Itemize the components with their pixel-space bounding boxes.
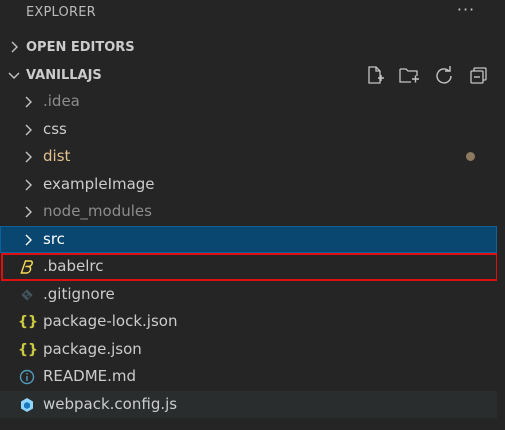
tree-item-label: dist xyxy=(43,147,71,165)
tree-item-label: .gitignore xyxy=(43,285,115,303)
tree-item-idea-folder[interactable]: .idea xyxy=(0,88,497,115)
tree-item-label: .idea xyxy=(43,92,80,110)
chevron-right-icon xyxy=(20,122,36,138)
chevron-right-icon xyxy=(20,232,36,248)
git-icon xyxy=(18,286,36,304)
tree-item-css-folder[interactable]: css xyxy=(0,116,497,143)
open-editors-label: OPEN EDITORS xyxy=(26,40,135,55)
json-icon: {} xyxy=(18,314,38,330)
chevron-right-icon xyxy=(20,94,36,110)
new-folder-icon[interactable] xyxy=(398,64,420,86)
tree-item-label: webpack.config.js xyxy=(43,395,178,413)
project-actions xyxy=(0,62,498,88)
chevron-right-icon xyxy=(6,39,22,55)
explorer-title: EXPLORER xyxy=(26,5,96,20)
tree-item-gitignore-file[interactable]: .gitignore xyxy=(0,281,497,308)
collapse-all-icon[interactable] xyxy=(468,64,490,86)
refresh-icon[interactable] xyxy=(433,64,455,86)
more-actions-button[interactable]: ··· xyxy=(454,0,478,24)
highlight-annotation-box xyxy=(1,253,498,281)
tree-item-label: package-lock.json xyxy=(43,312,178,330)
scrollbar[interactable] xyxy=(497,0,505,430)
chevron-right-icon xyxy=(20,204,36,220)
tree-item-label: package.json xyxy=(43,340,142,358)
explorer-panel: EXPLORER ··· OPEN EDITORS VANILLAJS .ide xyxy=(0,0,505,430)
tree-item-exampleimage-folder[interactable]: exampleImage xyxy=(0,171,497,198)
tree-item-label: exampleImage xyxy=(43,175,155,193)
tree-item-label: README.md xyxy=(43,367,137,385)
tree-item-package-lock-file[interactable]: {} package-lock.json xyxy=(0,308,497,335)
tree-item-label: node_modules xyxy=(43,202,152,220)
modified-dot-icon xyxy=(466,152,475,161)
info-icon xyxy=(18,368,36,386)
tree-item-package-json-file[interactable]: {} package.json xyxy=(0,336,497,363)
new-file-icon[interactable] xyxy=(364,64,386,86)
json-icon: {} xyxy=(18,342,38,358)
tree-item-label: src xyxy=(43,230,65,248)
webpack-icon xyxy=(18,396,36,414)
tree-item-dist-folder[interactable]: dist xyxy=(0,143,497,170)
tree-item-label: css xyxy=(43,120,67,138)
open-editors-section[interactable]: OPEN EDITORS xyxy=(0,37,498,59)
tree-item-webpack-config-file[interactable]: webpack.config.js xyxy=(0,391,497,418)
tree-item-node-modules-folder[interactable]: node_modules xyxy=(0,198,497,225)
chevron-right-icon xyxy=(20,149,36,165)
tree-item-readme-file[interactable]: README.md xyxy=(0,363,497,390)
chevron-right-icon xyxy=(20,177,36,193)
explorer-header: EXPLORER ··· xyxy=(0,0,505,26)
tree-item-src-folder[interactable]: src xyxy=(0,226,497,253)
